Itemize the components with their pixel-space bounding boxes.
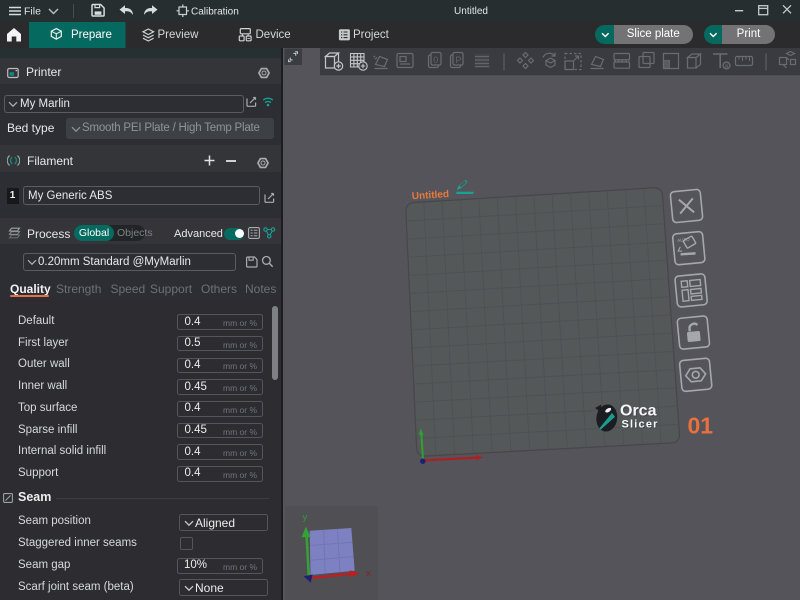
svg-text:File: File (24, 6, 41, 18)
svg-text:Slicer: Slicer (622, 419, 659, 431)
svg-text:0: 0 (433, 55, 438, 65)
svg-text:01: 01 (688, 413, 714, 439)
svg-text:Untitled: Untitled (412, 189, 450, 202)
svg-text:AUTO: AUTO (677, 237, 690, 243)
svg-text:a: a (725, 63, 729, 70)
svg-text:y: y (303, 512, 308, 523)
svg-text:Orca: Orca (620, 403, 657, 420)
svg-text:Calibration: Calibration (191, 7, 239, 18)
svg-text:Untitled: Untitled (454, 6, 488, 17)
svg-text:P: P (455, 55, 461, 65)
svg-text:x: x (366, 568, 371, 579)
